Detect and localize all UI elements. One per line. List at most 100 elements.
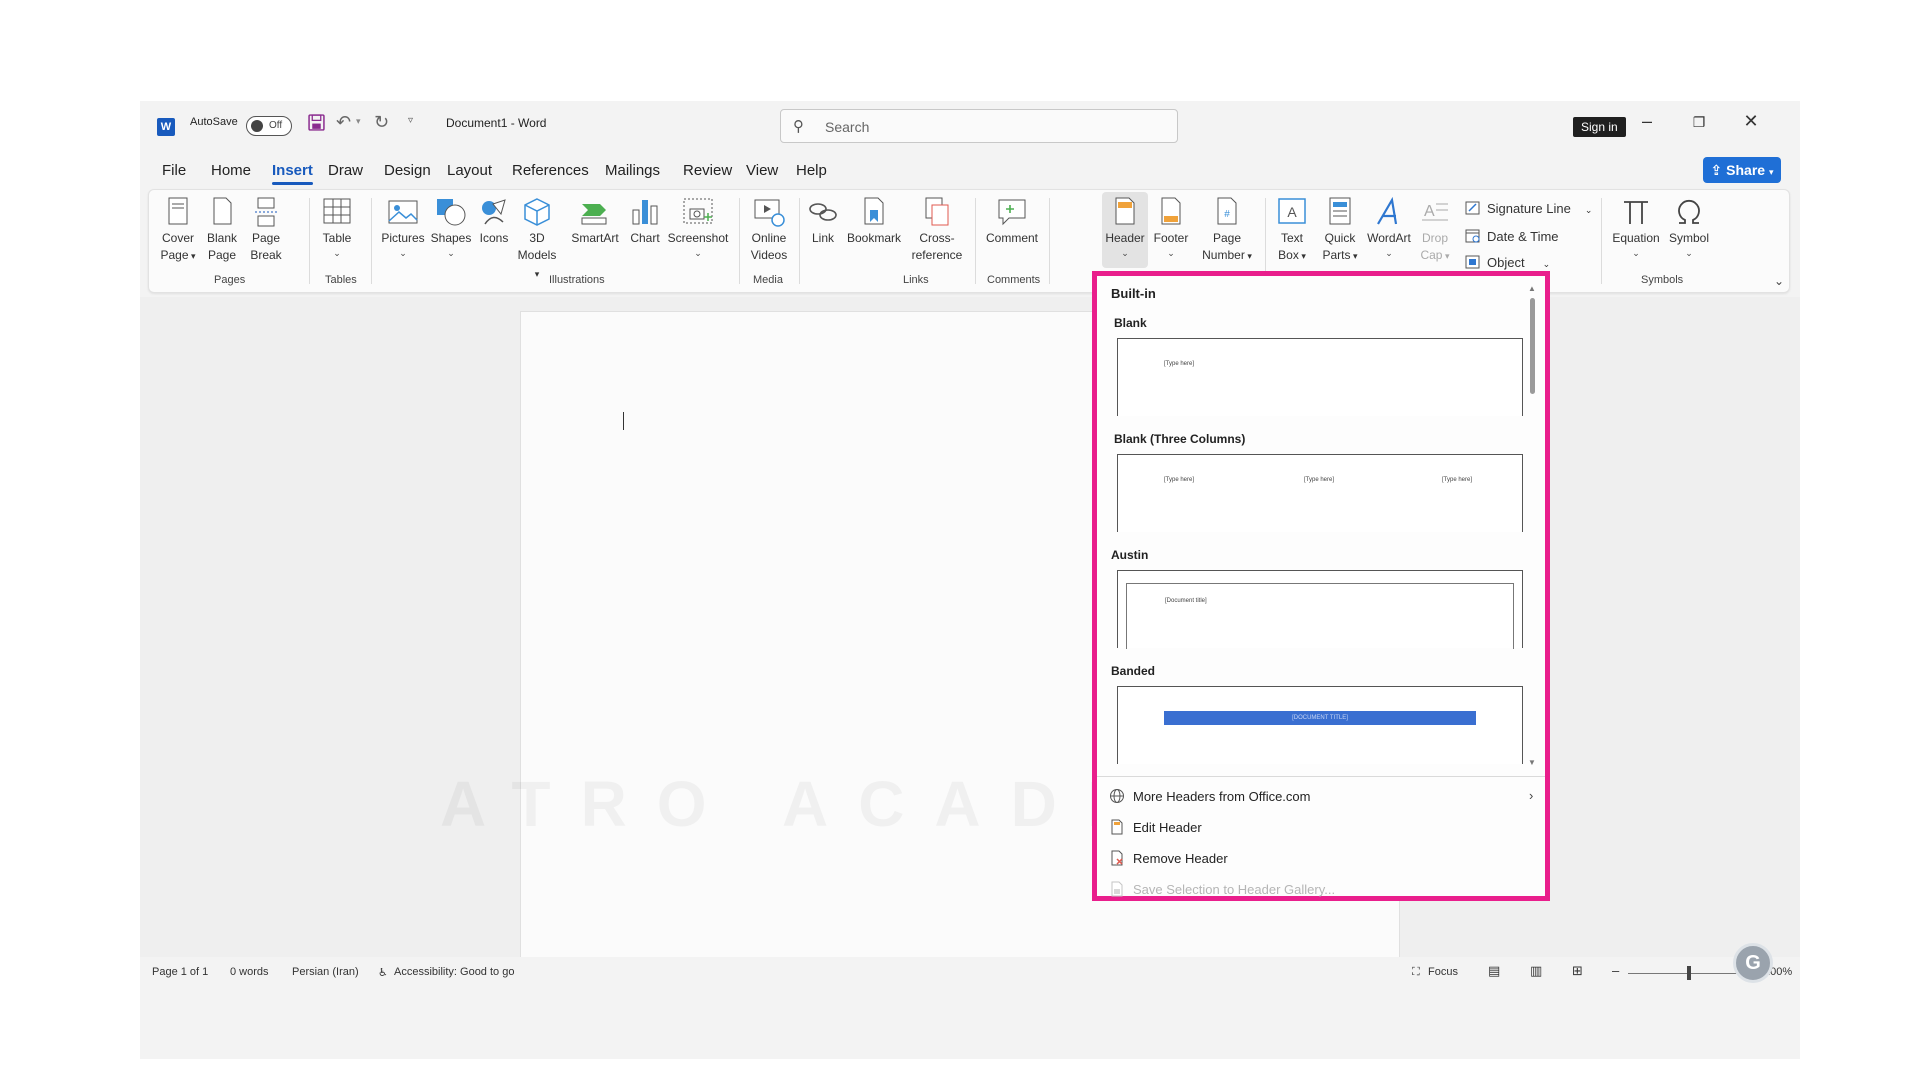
tab-draw[interactable]: Draw [328,162,363,179]
grammarly-icon[interactable]: G [1733,943,1773,983]
tab-design[interactable]: Design [384,162,431,179]
focus-button[interactable]: Focus [1428,966,1458,978]
share-button[interactable]: ⇪ Share ▾ [1703,157,1781,183]
drop-cap-button[interactable]: A Drop Cap ▾ [1415,196,1455,265]
icons-button[interactable]: Icons [475,196,513,247]
header-button[interactable]: Header ⌄ [1104,196,1146,259]
tab-insert[interactable]: Insert [272,162,313,185]
link-button[interactable]: Link [805,196,841,247]
bookmark-icon [864,197,884,225]
page-count[interactable]: Page 1 of 1 [152,966,208,978]
scrollbar-thumb[interactable] [1530,298,1535,394]
undo-dropdown-icon[interactable]: ▾ [356,116,361,127]
minimize-icon[interactable]: – [1632,111,1662,132]
tab-references[interactable]: References [512,162,589,179]
footer-button[interactable]: Footer ⌄ [1149,196,1193,259]
text-box-button[interactable]: A Text Box ▾ [1271,196,1313,265]
scroll-up-icon[interactable]: ▲ [1528,284,1536,293]
pictures-icon [388,200,418,224]
close-icon[interactable]: ✕ [1736,111,1766,132]
blank-page-button[interactable]: Blank Page [203,196,241,264]
screen: W AutoSave Off ↶ ▾ ↻ ▿ Document1 - Word … [0,0,1920,1080]
save-selection-label: Save Selection to Header Gallery... [1133,882,1336,897]
accessibility-status[interactable]: Accessibility: Good to go [394,966,514,978]
gallery-item-austin[interactable]: [Document title] [1117,570,1523,649]
ribbon-collapse-icon[interactable]: ⌄ [1774,274,1784,288]
tab-mailings[interactable]: Mailings [605,162,660,179]
gallery-item-banded[interactable]: [DOCUMENT TITLE] [1117,686,1523,764]
restore-icon[interactable]: ❐ [1684,114,1714,131]
edit-header-item[interactable]: Edit Header [1109,819,1202,835]
gallery-scrollbar[interactable]: ▲ ▼ [1528,284,1536,768]
tab-layout[interactable]: Layout [447,162,492,179]
ribbon-separator [309,198,310,284]
svg-text:#: # [1224,209,1230,220]
tab-home[interactable]: Home [211,162,251,179]
document-title: Document1 - Word [446,116,547,130]
online-videos-icon [754,199,785,227]
tab-help[interactable]: Help [796,162,827,179]
3d-models-button[interactable]: 3D Models ▾ [515,196,559,283]
online-videos-button[interactable]: Online Videos [745,196,793,264]
shapes-button[interactable]: Shapes ⌄ [429,196,473,259]
chevron-down-icon: ▾ [1442,251,1450,261]
icons-icon [482,199,506,225]
remove-header-item[interactable]: Remove Header [1109,850,1228,866]
tab-file[interactable]: File [162,162,186,179]
text-cursor [623,412,624,430]
cube-icon [524,198,550,226]
screenshot-icon [683,198,713,224]
screenshot-button[interactable]: Screenshot ⌄ [665,196,731,259]
remove-header-label: Remove Header [1133,851,1228,866]
cover-page-button[interactable]: Cover Page ▾ [159,196,197,265]
comment-button[interactable]: Comment [981,196,1043,247]
object-button[interactable]: Object ⌄ [1465,254,1550,270]
gallery-item-blank[interactable]: [Type here] [1117,338,1523,416]
undo-icon[interactable]: ↶ [336,112,351,133]
page-break-button[interactable]: Page Break [247,196,285,264]
gallery-item-blank-three-columns[interactable]: [Type here] [Type here] [Type here] [1117,454,1523,532]
scroll-down-icon[interactable]: ▼ [1528,758,1536,767]
search-box[interactable]: ⚲ Search [780,109,1178,143]
bookmark-button[interactable]: Bookmark [843,196,905,247]
menu-separator [1097,776,1545,777]
language-status[interactable]: Persian (Iran) [292,966,359,978]
equation-button[interactable]: Equation ⌄ [1609,196,1663,259]
symbol-button[interactable]: Symbol ⌄ [1665,196,1713,259]
online-videos-label-1: Online [751,231,787,245]
word-count[interactable]: 0 words [230,966,269,978]
more-headers-item[interactable]: More Headers from Office.com › [1109,788,1533,804]
cross-reference-button[interactable]: Cross- reference [907,196,967,264]
signature-line-button[interactable]: Signature Line ⌄ [1465,200,1592,216]
tab-review[interactable]: Review [683,162,732,179]
word-window: W AutoSave Off ↶ ▾ ↻ ▿ Document1 - Word … [140,101,1800,1059]
sign-in-button[interactable]: Sign in [1573,117,1626,137]
chart-button[interactable]: Chart [627,196,663,247]
date-time-label: Date & Time [1487,229,1559,244]
smartart-button[interactable]: SmartArt [567,196,623,247]
page-break-label-1: Page [251,231,281,245]
drop-cap-icon: A [1422,203,1448,221]
web-layout-icon[interactable]: ⊞ [1572,963,1583,979]
chevron-down-icon: ▾ [1244,251,1252,261]
save-icon[interactable] [308,114,325,134]
customize-qat-icon[interactable]: ▿ [408,115,413,126]
redo-icon[interactable]: ↻ [374,112,389,133]
read-mode-icon[interactable]: ▤ [1488,963,1500,979]
pictures-button[interactable]: Pictures ⌄ [379,196,427,259]
zoom-out-icon[interactable]: – [1612,963,1619,978]
tab-view[interactable]: View [746,162,778,179]
date-time-button[interactable]: Date & Time [1465,228,1559,244]
ribbon-separator [975,198,976,284]
zoom-slider-knob[interactable] [1687,966,1691,980]
group-label-media: Media [753,274,783,286]
quick-parts-button[interactable]: Quick Parts ▾ [1319,196,1361,265]
table-button[interactable]: Table ⌄ [315,196,359,259]
share-chevron-icon: ▾ [1768,167,1774,177]
page-number-button[interactable]: # Page Number ▾ [1197,196,1257,265]
print-layout-icon[interactable]: ▥ [1530,963,1542,979]
wordart-button[interactable]: WordArt ⌄ [1363,196,1415,259]
autosave-toggle[interactable]: Off [246,116,292,136]
chevron-down-icon: ⌄ [1685,248,1693,258]
ribbon-separator [1601,198,1602,284]
